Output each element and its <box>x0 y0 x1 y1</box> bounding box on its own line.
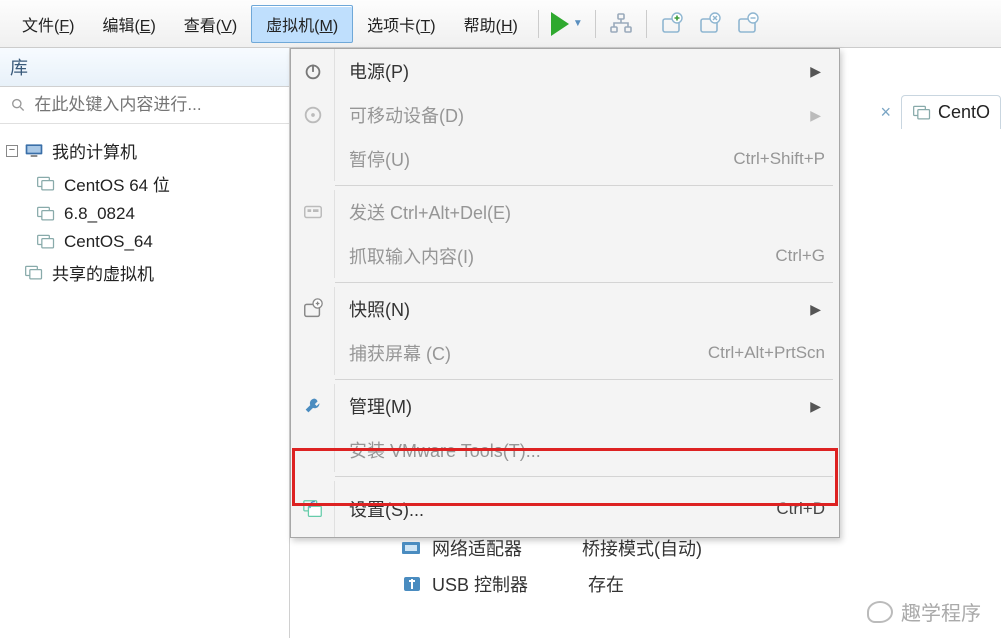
network-adapter-icon <box>400 537 424 559</box>
settings-icon <box>302 498 324 520</box>
menu-item-removable[interactable]: 可移动设备(D) ▶ <box>291 93 839 137</box>
hardware-label: 网络适配器 <box>432 535 522 561</box>
snapshot-icon <box>302 298 324 320</box>
submenu-arrow-icon: ▶ <box>810 398 825 415</box>
watermark-text: 趣学程序 <box>901 597 981 626</box>
watermark: 趣学程序 <box>867 597 981 626</box>
vm-icon <box>36 175 56 193</box>
menu-tabs[interactable]: 选项卡(T) <box>353 6 449 42</box>
search-input[interactable] <box>34 95 279 115</box>
play-icon <box>551 12 569 36</box>
power-icon <box>302 60 324 82</box>
menu-vm[interactable]: 虚拟机(M) <box>251 5 353 43</box>
tree-label: 共享的虚拟机 <box>52 260 154 285</box>
menu-separator <box>335 379 833 380</box>
menu-item-vmware-tools: 安装 VMware Tools(T)... <box>291 428 839 472</box>
wrench-icon <box>302 395 324 417</box>
hardware-value: 桥接模式(自动) <box>582 535 702 561</box>
tree-label: CentOS 64 位 <box>64 171 170 196</box>
menu-separator <box>335 476 833 477</box>
menu-separator <box>335 282 833 283</box>
menu-item-send-cad: 发送 Ctrl+Alt+Del(E) <box>291 190 839 234</box>
hardware-label: USB 控制器 <box>432 571 528 597</box>
menu-item-settings[interactable]: 设置(S)... Ctrl+D <box>291 481 839 537</box>
menu-item-grab-input: 抓取输入内容(I) Ctrl+G <box>291 234 839 278</box>
wechat-icon <box>867 601 893 623</box>
menubar: 文件(F) 编辑(E) 查看(V) 虚拟机(M) 选项卡(T) 帮助(H) ▼ <box>0 0 1001 48</box>
tab-label: CentO <box>938 102 990 123</box>
menubar-separator <box>646 10 647 38</box>
menu-item-snapshot[interactable]: 快照(N) ▶ <box>291 287 839 331</box>
vm-icon <box>36 205 56 223</box>
toolbar-snapshot-revert-icon[interactable] <box>697 12 723 36</box>
vm-icon <box>912 104 932 122</box>
toolbar-network-icon[interactable] <box>608 12 634 36</box>
sidebar: 库 − 我的计算机 CentOS 64 位 6.8_0824 CentOS_64 <box>0 48 290 638</box>
hardware-value: 存在 <box>588 571 624 597</box>
tree-label: 我的计算机 <box>52 138 137 163</box>
send-cad-icon <box>302 201 324 223</box>
menu-view[interactable]: 查看(V) <box>170 6 251 42</box>
disc-icon <box>302 104 324 126</box>
menu-item-manage[interactable]: 管理(M) ▶ <box>291 384 839 428</box>
menu-help[interactable]: 帮助(H) <box>450 6 532 42</box>
tree-item[interactable]: CentOS_64 <box>6 228 283 256</box>
shortcut: Ctrl+G <box>775 246 825 266</box>
menu-item-capture: 捕获屏幕 (C) Ctrl+Alt+PrtScn <box>291 331 839 375</box>
tab-centos[interactable]: CentO <box>901 95 1001 129</box>
menu-edit[interactable]: 编辑(E) <box>88 6 169 42</box>
menu-item-power[interactable]: 电源(P) ▶ <box>291 49 839 93</box>
shortcut: Ctrl+D <box>776 499 825 519</box>
play-button[interactable]: ▼ <box>545 12 589 36</box>
tree-root-mycomputer[interactable]: − 我的计算机 <box>6 134 283 167</box>
toolbar-snapshot-manage-icon[interactable] <box>735 12 761 36</box>
tree-item[interactable]: 6.8_0824 <box>6 200 283 228</box>
sidebar-tree: − 我的计算机 CentOS 64 位 6.8_0824 CentOS_64 共… <box>0 124 289 299</box>
tabs: × CentO <box>870 92 1001 132</box>
chevron-down-icon: ▼ <box>573 18 583 29</box>
submenu-arrow-icon: ▶ <box>810 107 825 124</box>
submenu-arrow-icon: ▶ <box>810 301 825 318</box>
hardware-row-usb[interactable]: USB 控制器 存在 <box>400 566 702 602</box>
menu-item-pause: 暂停(U) Ctrl+Shift+P <box>291 137 839 181</box>
sidebar-search[interactable] <box>0 87 289 124</box>
tree-label: CentOS_64 <box>64 232 153 252</box>
menu-separator <box>335 185 833 186</box>
shared-vm-icon <box>24 264 44 282</box>
sidebar-header: 库 <box>0 48 289 87</box>
menubar-separator <box>595 10 596 38</box>
tree-root-shared[interactable]: 共享的虚拟机 <box>6 256 283 289</box>
tree-label: 6.8_0824 <box>64 204 135 224</box>
tab-close-button[interactable]: × <box>870 102 901 123</box>
hardware-row-network[interactable]: 网络适配器 桥接模式(自动) <box>400 530 702 566</box>
vm-menu-dropdown: 电源(P) ▶ 可移动设备(D) ▶ 暂停(U) Ctrl+Shift+P 发送… <box>290 48 840 538</box>
vm-icon <box>36 233 56 251</box>
tree-item[interactable]: CentOS 64 位 <box>6 167 283 200</box>
hardware-peek: 网络适配器 桥接模式(自动) USB 控制器 存在 <box>400 530 702 602</box>
monitor-icon <box>24 142 44 160</box>
menu-file[interactable]: 文件(F) <box>8 6 88 42</box>
submenu-arrow-icon: ▶ <box>810 63 825 80</box>
collapse-icon[interactable]: − <box>6 145 18 157</box>
toolbar-snapshot-add-icon[interactable] <box>659 12 685 36</box>
shortcut: Ctrl+Shift+P <box>733 149 825 169</box>
shortcut: Ctrl+Alt+PrtScn <box>708 343 825 363</box>
search-icon <box>10 96 26 114</box>
menubar-separator <box>538 10 539 38</box>
usb-icon <box>400 573 424 595</box>
